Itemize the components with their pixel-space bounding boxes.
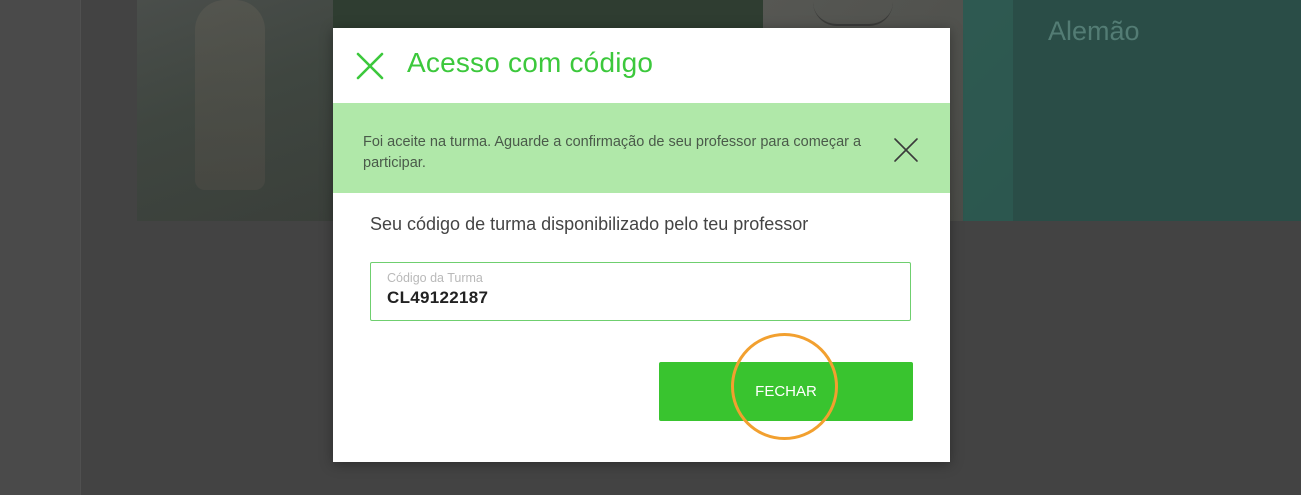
code-prompt: Seu código de turma disponibilizado pelo… [370,214,809,234]
alert-message: Foi aceite na turma. Aguarde a confirmaç… [363,134,862,171]
class-code-value[interactable]: CL49122187 [387,288,488,308]
card-image-edge [963,0,1013,221]
card-image [195,0,265,190]
close-icon[interactable] [356,52,384,80]
class-code-label: Código da Turma [387,271,483,285]
background-course-card [137,0,333,221]
access-code-modal: Acesso com código Foi aceite na turma. A… [333,28,950,462]
background-course-card: Alemão [1013,0,1301,221]
modal-header: Acesso com código [333,28,950,104]
close-button[interactable]: FECHAR [659,362,913,421]
success-alert: Foi aceite na turma. Aguarde a confirmaç… [333,103,950,193]
modal-title: Acesso com código [407,47,654,78]
course-card-title: Alemão [1048,16,1140,46]
background-sidebar [0,0,81,495]
close-icon[interactable] [892,136,920,164]
class-code-field[interactable]: Código da Turma CL49122187 [370,262,911,321]
card-image [813,2,893,26]
